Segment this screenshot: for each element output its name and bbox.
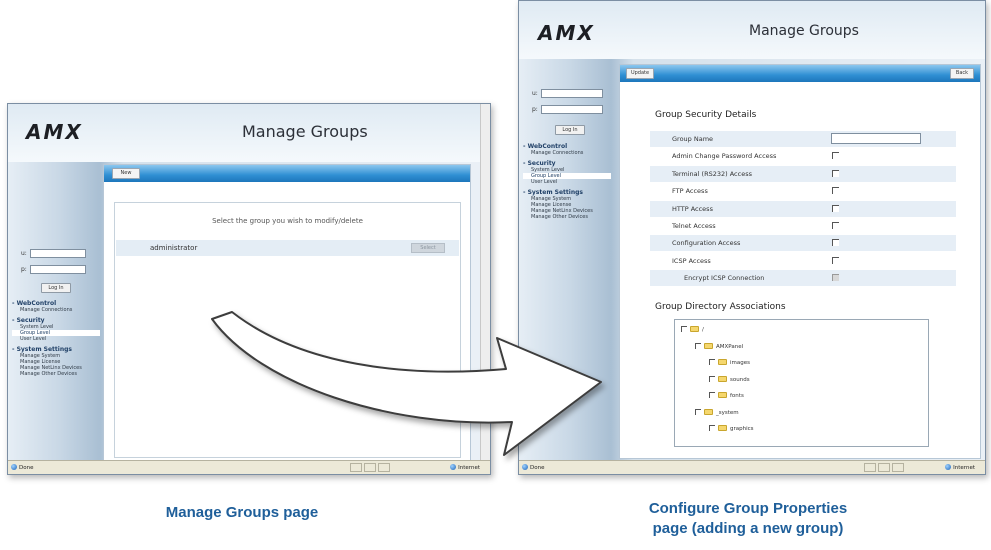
caption-configure-group: Configure Group Properties page (adding … (618, 499, 878, 539)
caption-line-2: page (adding a new group) (652, 520, 844, 537)
caption-manage-groups: Manage Groups page (165, 504, 319, 521)
caption-line-1: Configure Group Properties (648, 500, 848, 517)
transition-arrow-icon (211, 311, 602, 456)
